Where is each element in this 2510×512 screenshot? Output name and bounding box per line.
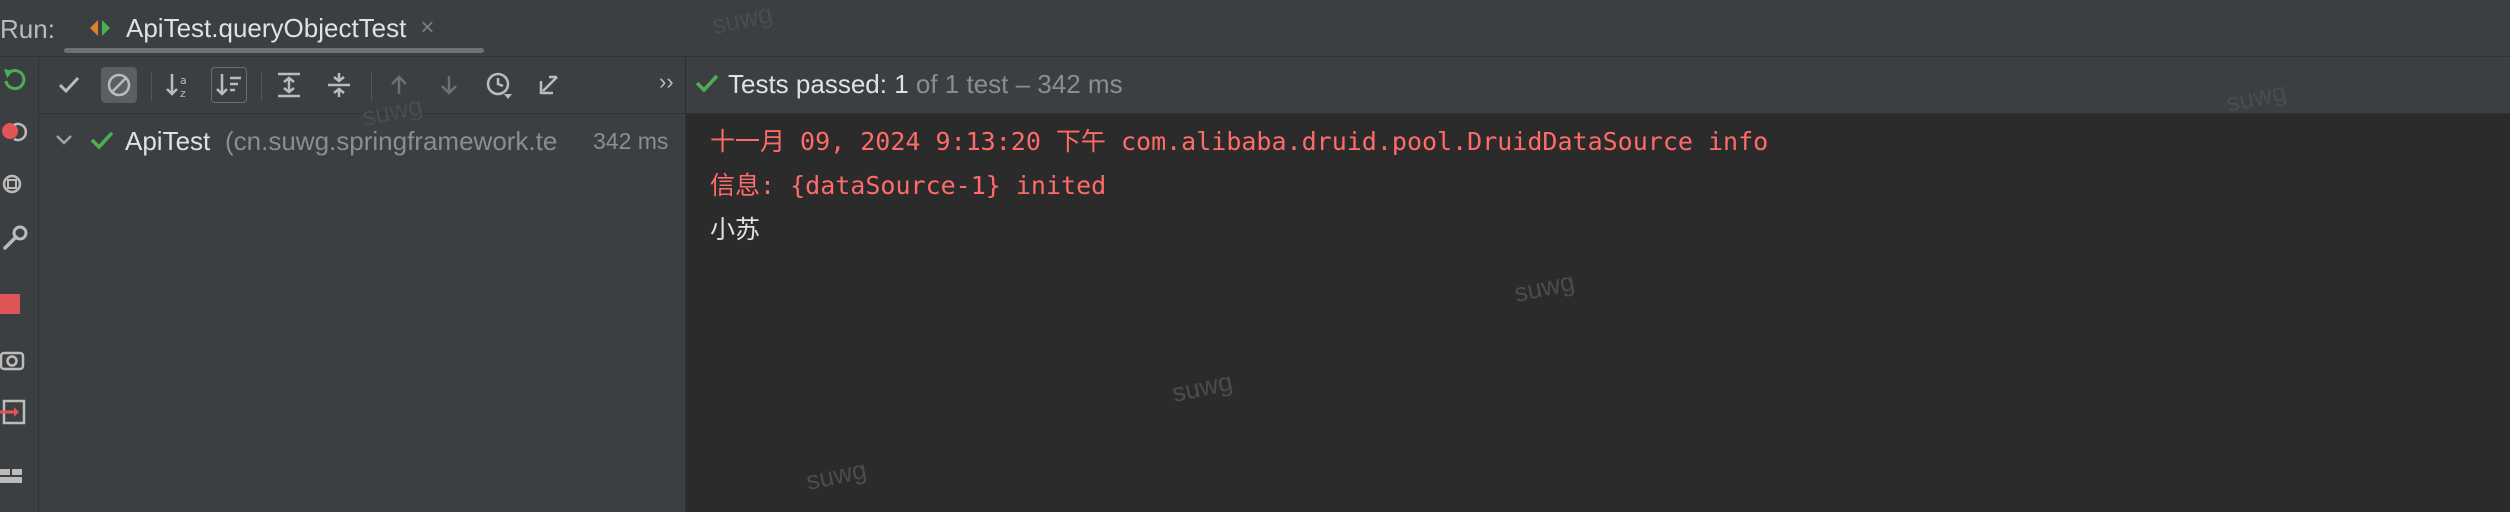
next-failed-button[interactable] bbox=[431, 67, 467, 103]
status-suffix: of 1 test – 342 ms bbox=[908, 69, 1123, 99]
ignored-icon bbox=[107, 73, 131, 97]
sort-by-duration-button[interactable] bbox=[211, 67, 247, 103]
close-icon[interactable]: × bbox=[420, 14, 434, 42]
run-config-icon bbox=[90, 20, 110, 36]
test-status-text: Tests passed: 1 of 1 test – 342 ms bbox=[728, 69, 1123, 100]
camera-icon[interactable] bbox=[0, 345, 30, 375]
show-passed-button[interactable] bbox=[51, 67, 87, 103]
tree-row[interactable]: ApiTest (cn.suwg.springframework.te 342 … bbox=[39, 120, 685, 160]
import-arrow-icon bbox=[539, 75, 558, 95]
console-line: 信息: {dataSource-1} inited bbox=[710, 171, 1107, 200]
toolbar-divider bbox=[261, 71, 262, 101]
console-line: 小苏 bbox=[710, 215, 761, 244]
expand-all-icon bbox=[278, 72, 300, 98]
run-side-toolbar bbox=[0, 57, 39, 512]
test-class-package: (cn.suwg.springframework.te bbox=[225, 126, 558, 156]
run-label: Run: bbox=[0, 14, 55, 44]
rerun-failed-icon[interactable] bbox=[0, 115, 30, 145]
sort-alphabetically-button[interactable]: az bbox=[161, 67, 197, 103]
sort-alpha-icon: az bbox=[166, 74, 187, 100]
wrench-icon[interactable] bbox=[0, 223, 30, 253]
tab-underline bbox=[64, 48, 484, 53]
run-tab-bar: Run: ApiTest.queryObjectTest × bbox=[0, 0, 2510, 57]
import-icon[interactable] bbox=[0, 397, 30, 427]
toggle-auto-test-icon[interactable] bbox=[0, 169, 30, 199]
run-tab[interactable]: ApiTest.queryObjectTest × bbox=[88, 10, 434, 46]
layout-icon[interactable] bbox=[0, 461, 30, 491]
test-history-button[interactable] bbox=[481, 67, 517, 103]
test-passed-icon bbox=[90, 131, 114, 150]
collapse-all-button[interactable] bbox=[321, 67, 357, 103]
console-output[interactable]: 十一月 09, 2024 9:13:20 下午 com.alibaba.drui… bbox=[686, 114, 2510, 512]
status-prefix: Tests passed: bbox=[728, 69, 895, 99]
toolbar-divider bbox=[151, 71, 152, 101]
rerun-icon[interactable] bbox=[0, 65, 30, 95]
test-tree-panel: ApiTest (cn.suwg.springframework.te 342 … bbox=[39, 114, 686, 512]
console-line: 十一月 09, 2024 9:13:20 下午 com.alibaba.drui… bbox=[710, 127, 1769, 156]
clock-icon bbox=[486, 72, 512, 99]
import-tests-button[interactable] bbox=[531, 67, 567, 103]
svg-text:z: z bbox=[180, 87, 186, 100]
status-passed-count: 1 bbox=[894, 69, 909, 99]
checkmark-icon bbox=[58, 76, 80, 94]
chevron-down-icon[interactable] bbox=[53, 128, 75, 150]
test-status-bar: Tests passed: 1 of 1 test – 342 ms bbox=[686, 57, 2510, 114]
arrow-up-icon bbox=[391, 75, 407, 94]
expand-all-button[interactable] bbox=[271, 67, 307, 103]
previous-failed-button[interactable] bbox=[381, 67, 417, 103]
test-tree-toolbar: az ›› bbox=[39, 57, 685, 114]
svg-text:a: a bbox=[180, 74, 187, 87]
sort-duration-icon bbox=[216, 74, 241, 96]
show-ignored-button[interactable] bbox=[101, 67, 137, 103]
arrow-down-icon bbox=[441, 76, 457, 95]
test-duration: 342 ms bbox=[593, 128, 669, 154]
test-class-name: ApiTest bbox=[125, 126, 211, 156]
more-actions-chevron-icon[interactable]: ›› bbox=[659, 69, 674, 95]
test-passed-icon bbox=[695, 74, 719, 93]
toolbar-divider bbox=[371, 71, 372, 101]
collapse-all-icon bbox=[328, 73, 350, 97]
stop-icon[interactable] bbox=[0, 289, 30, 319]
run-tab-title: ApiTest.queryObjectTest bbox=[126, 12, 407, 43]
